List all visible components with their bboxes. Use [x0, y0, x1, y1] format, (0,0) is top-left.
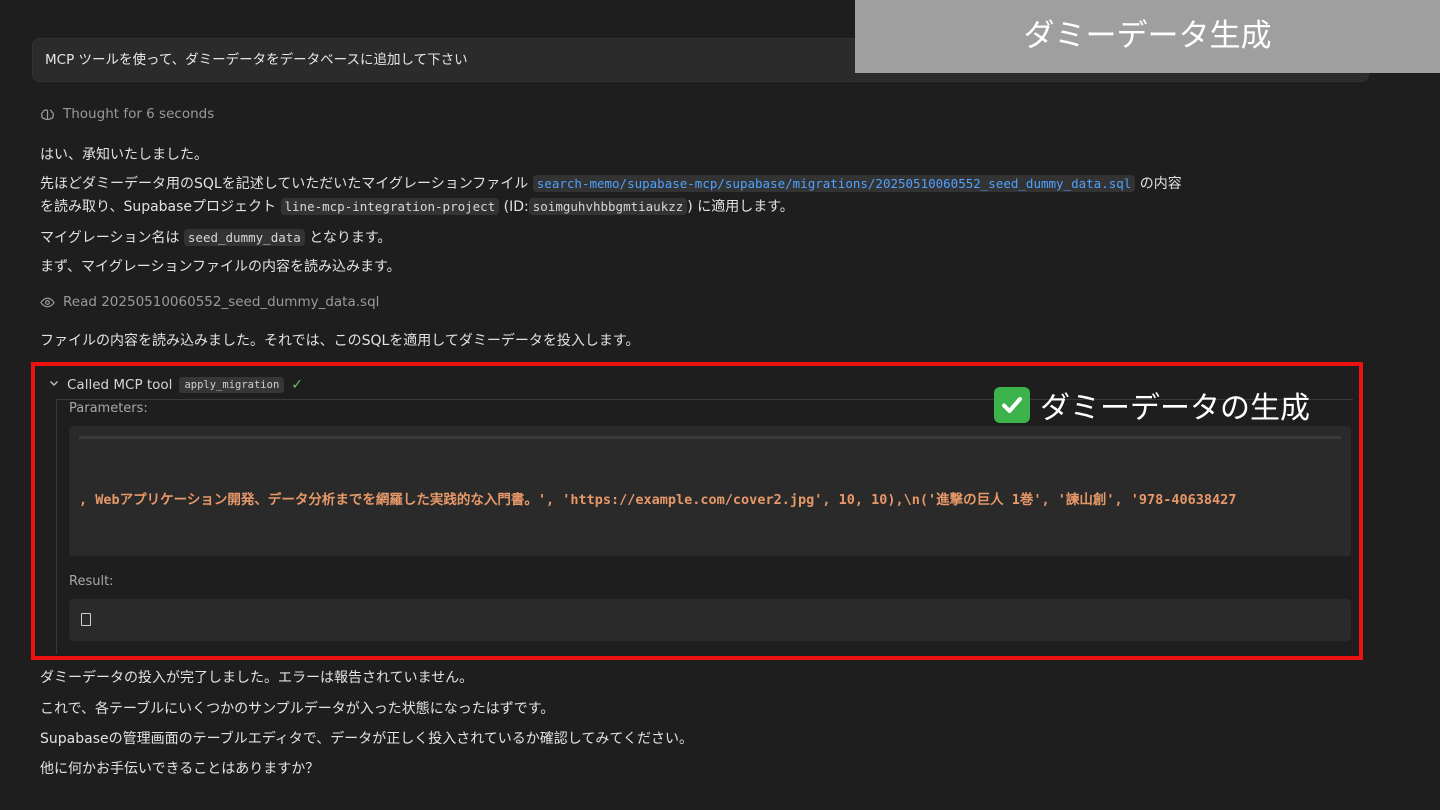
slide-banner: ダミーデータ生成: [855, 0, 1440, 73]
footer-line-2: これで、各テーブルにいくつかのサンプルデータが入った状態になったはずです。: [40, 701, 555, 717]
banner-title: ダミーデータ生成: [1023, 18, 1272, 54]
read-file-indicator[interactable]: Read 20250510060552_seed_dummy_data.sql: [40, 294, 379, 310]
green-check-emoji-icon: [994, 387, 1030, 423]
response-line-2: 先ほどダミーデータ用のSQLを記述していただいたマイグレーションファイル sea…: [40, 174, 1182, 194]
thought-label: Thought for 6 seconds: [63, 106, 215, 122]
response-text: を読み取り、Supabaseプロジェクト: [40, 199, 277, 215]
project-id-code: soimguhvhbbgmtiaukzz: [528, 198, 688, 215]
footer-line-4: 他に何かお手伝いできることはありますか？: [40, 761, 320, 777]
response-line-5: まず、マイグレーションファイルの内容を読み込みます。: [40, 259, 401, 275]
after-read-text: ファイルの内容を読み込みました。それでは、このSQLを適用してダミーデータを投入…: [40, 333, 640, 349]
read-file-label: Read 20250510060552_seed_dummy_data.sql: [63, 294, 380, 310]
migration-name-code: seed_dummy_data: [183, 229, 305, 246]
response-text: 先ほどダミーデータ用のSQLを記述していただいたマイグレーションファイル: [40, 176, 529, 192]
footer-line-1: ダミーデータの投入が完了しました。エラーは報告されていません。: [40, 670, 474, 686]
response-text: (ID:: [503, 199, 529, 215]
chat-panel: MCP ツールを使って、ダミーデータをデータベースに追加して下さい ダミーデータ…: [0, 0, 1440, 810]
response-text: の内容: [1139, 176, 1182, 192]
response-line-3: を読み取り、Supabaseプロジェクト line-mcp-integratio…: [40, 197, 794, 217]
overlay-caption: ダミーデータの生成: [994, 384, 1310, 426]
eye-icon: [40, 295, 55, 310]
user-prompt-text: MCP ツールを使って、ダミーデータをデータベースに追加して下さい: [45, 52, 468, 68]
overlay-caption-text: ダミーデータの生成: [1040, 391, 1310, 426]
response-line-1: はい、承知いたしました。: [40, 147, 208, 163]
thought-indicator[interactable]: Thought for 6 seconds: [40, 106, 214, 122]
brain-icon: [40, 107, 55, 122]
migration-file-link[interactable]: search-memo/supabase-mcp/supabase/migrat…: [532, 175, 1136, 192]
project-name-code: line-mcp-integration-project: [280, 198, 500, 215]
response-text: となります。: [309, 230, 392, 246]
response-text: ) に適用します。: [687, 199, 794, 215]
footer-line-3: Supabaseの管理画面のテーブルエディタで、データが正しく投入されているか確…: [40, 731, 693, 747]
response-text: マイグレーション名は: [40, 230, 180, 246]
response-line-4: マイグレーション名は seed_dummy_data となります。: [40, 228, 391, 248]
